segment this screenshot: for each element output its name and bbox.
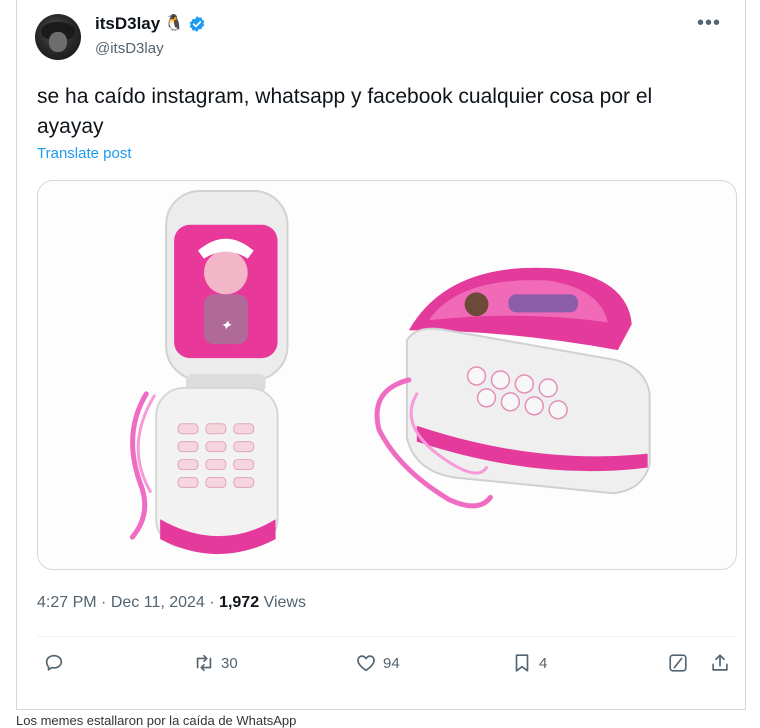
reply-button[interactable] (43, 652, 71, 674)
svg-text:✦: ✦ (220, 318, 233, 334)
toy-phone-image: ✦ (129, 189, 651, 555)
retweet-count: 30 (221, 654, 238, 672)
tweet-date[interactable]: Dec 11, 2024 (111, 594, 205, 611)
author-handle[interactable]: @itsD3lay (95, 40, 164, 57)
verified-icon (189, 16, 205, 32)
share-icon (712, 654, 728, 671)
bookmark-count: 4 (539, 654, 548, 672)
grok-icon (669, 654, 687, 672)
views-label: Views (263, 594, 306, 611)
more-icon[interactable]: ••• (697, 12, 721, 35)
grok-button[interactable] (667, 652, 689, 674)
actions-divider (37, 636, 737, 637)
image-caption: Los memes estallaron por la caída de Wha… (16, 714, 297, 728)
tweet-text: se ha caído instagram, whatsapp y facebo… (37, 85, 653, 138)
bookmark-icon (515, 654, 529, 672)
retweet-button[interactable]: 30 (193, 652, 238, 674)
retweet-icon (196, 654, 212, 672)
tweet-actions: 30 94 4 (37, 652, 737, 684)
like-count: 94 (383, 654, 400, 672)
like-icon (357, 655, 375, 672)
translate-post-link[interactable]: Translate post (37, 145, 132, 162)
like-button[interactable]: 94 (355, 652, 400, 674)
meta-separator: · (101, 594, 107, 611)
author-name-row: itsD3lay 🐧 (95, 14, 206, 34)
bookmark-button[interactable]: 4 (511, 652, 547, 674)
reply-icon (45, 654, 63, 671)
share-button[interactable] (709, 652, 731, 674)
views-count: 1,972 (219, 594, 260, 611)
display-name[interactable]: itsD3lay (95, 14, 160, 34)
flip-phone-angled (374, 267, 651, 509)
tweet-media[interactable]: ✦ (37, 180, 737, 570)
avatar[interactable] (35, 14, 81, 60)
tweet-card: itsD3lay 🐧 @itsD3lay ••• se ha caído ins… (16, 0, 746, 710)
tweet-meta: 4:27 PM · Dec 11, 2024 · 1,972 Views (37, 594, 306, 612)
flip-phone-open: ✦ (129, 189, 289, 555)
tweet-time[interactable]: 4:27 PM (37, 594, 97, 611)
meta-separator: · (209, 594, 215, 611)
penguin-emoji: 🐧 (164, 15, 185, 32)
